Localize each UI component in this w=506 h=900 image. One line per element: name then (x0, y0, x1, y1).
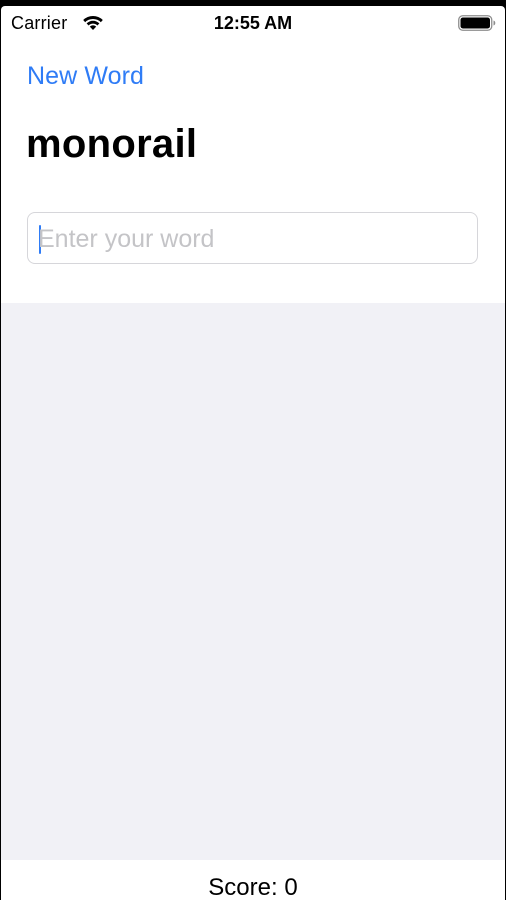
footer: Score: 0 (1, 860, 505, 900)
used-words-list[interactable] (1, 303, 505, 860)
battery-icon (458, 15, 496, 31)
word-input-container[interactable] (27, 212, 478, 264)
root-word-title: monorail (26, 122, 198, 166)
app-screen: Carrier 12:55 AM New Word monorail Score… (1, 6, 505, 900)
new-word-button[interactable]: New Word (27, 62, 144, 91)
status-bar: Carrier 12:55 AM (1, 6, 505, 40)
word-input[interactable] (38, 219, 468, 259)
score-label: Score: 0 (208, 874, 298, 900)
status-time: 12:55 AM (213, 13, 293, 33)
